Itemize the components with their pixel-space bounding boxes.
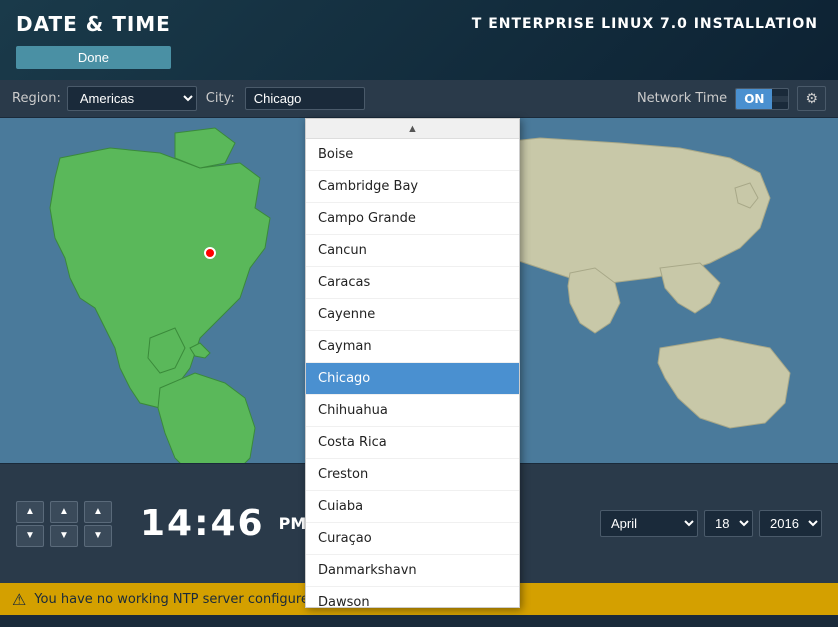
list-item[interactable]: Danmarkshavn	[306, 555, 519, 587]
month-select[interactable]: April January February March May June Ju…	[600, 510, 698, 537]
minute-spinner: ▲ ▼	[50, 501, 78, 547]
toggle-off-label	[772, 96, 788, 102]
network-time-toggle[interactable]: ON	[735, 88, 789, 110]
minute-down-button[interactable]: ▼	[50, 525, 78, 547]
done-button[interactable]: Done	[16, 46, 171, 69]
warning-icon: ⚠	[12, 590, 26, 609]
page-title: DATE & TIME	[16, 12, 171, 36]
list-item[interactable]: Campo Grande	[306, 203, 519, 235]
header: DATE & TIME Done T ENTERPRISE LINUX 7.0 …	[0, 0, 838, 80]
hour-down-button[interactable]: ▼	[16, 525, 44, 547]
toggle-on-label: ON	[736, 89, 772, 109]
gear-icon: ⚙	[805, 90, 818, 106]
list-item[interactable]: Curaçao	[306, 523, 519, 555]
chevron-up-icon: ▲	[407, 123, 418, 135]
city-input[interactable]	[245, 87, 365, 110]
list-item[interactable]: Cambridge Bay	[306, 171, 519, 203]
hour-up-button[interactable]: ▲	[16, 501, 44, 523]
city-label: City:	[206, 91, 235, 106]
list-item[interactable]: Cayenne	[306, 299, 519, 331]
list-item[interactable]: Creston	[306, 459, 519, 491]
network-time-section: Network Time ON ⚙	[637, 86, 826, 111]
scroll-up-button[interactable]: ▲	[306, 119, 519, 139]
second-up-button[interactable]: ▲	[84, 501, 112, 523]
region-select[interactable]: Americas Europe Asia Africa Pacific	[67, 86, 197, 111]
list-item[interactable]: Cayman	[306, 331, 519, 363]
date-selectors: April January February March May June Ju…	[600, 510, 822, 537]
list-item[interactable]: Costa Rica	[306, 427, 519, 459]
list-item[interactable]: Cancun	[306, 235, 519, 267]
list-item[interactable]: Chihuahua	[306, 395, 519, 427]
list-item[interactable]: Chicago	[306, 363, 519, 395]
list-item[interactable]: Dawson	[306, 587, 519, 608]
year-select[interactable]: 2016 2014 2015 2017	[759, 510, 822, 537]
app-subtitle: T ENTERPRISE LINUX 7.0 INSTALLATION	[472, 16, 818, 32]
dropdown-list: BoiseCambridge BayCampo GrandeCancunCara…	[306, 139, 519, 608]
network-time-label: Network Time	[637, 91, 727, 106]
warning-text: You have no working NTP server configure	[34, 592, 309, 607]
minute-up-button[interactable]: ▲	[50, 501, 78, 523]
hour-spinner: ▲ ▼	[16, 501, 44, 547]
list-item[interactable]: Caracas	[306, 267, 519, 299]
network-settings-button[interactable]: ⚙	[797, 86, 826, 111]
region-label: Region:	[12, 91, 61, 106]
day-select[interactable]: 18	[704, 510, 753, 537]
list-item[interactable]: Cuiaba	[306, 491, 519, 523]
second-down-button[interactable]: ▼	[84, 525, 112, 547]
controls-bar: Region: Americas Europe Asia Africa Paci…	[0, 80, 838, 118]
city-dropdown[interactable]: ▲ BoiseCambridge BayCampo GrandeCancunCa…	[305, 118, 520, 608]
second-spinner: ▲ ▼	[84, 501, 112, 547]
time-value: 14:46	[140, 503, 265, 544]
time-display-group: 14:46 PM	[132, 503, 306, 544]
ampm-display: PM	[279, 514, 307, 533]
time-spinners: ▲ ▼ ▲ ▼ ▲ ▼	[16, 501, 112, 547]
list-item[interactable]: Boise	[306, 139, 519, 171]
